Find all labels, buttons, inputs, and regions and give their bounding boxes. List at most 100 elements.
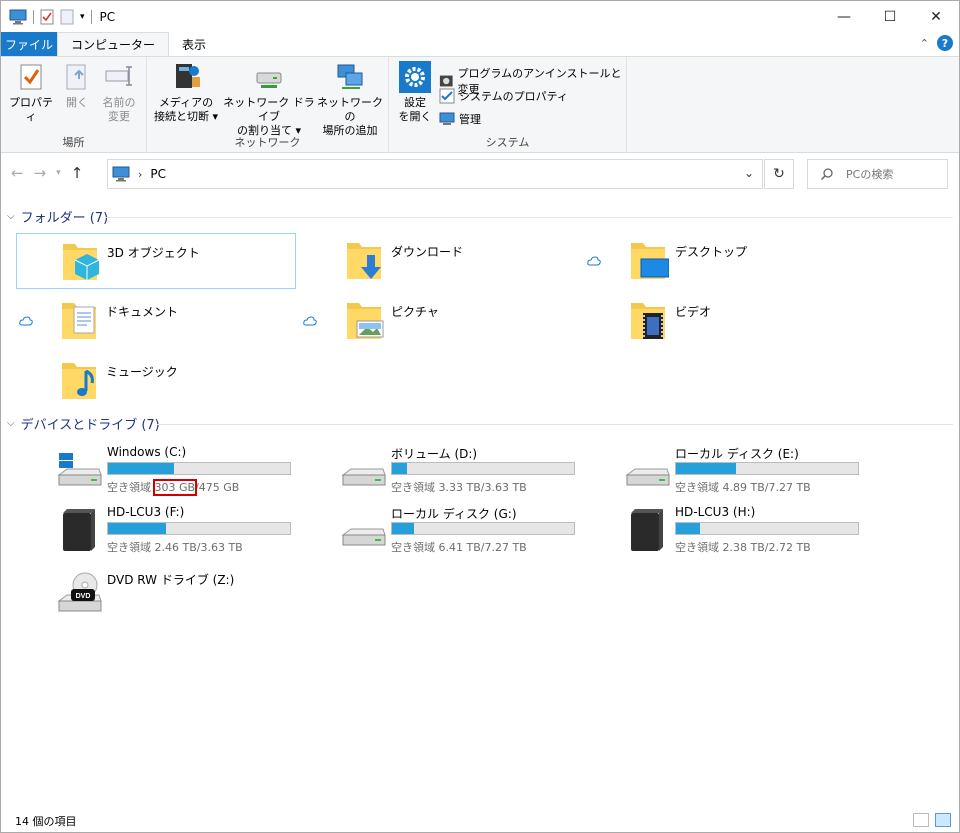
local-disk-icon	[341, 528, 386, 546]
folders-heading: フォルダー (7)	[20, 211, 109, 226]
usage-bar	[391, 522, 575, 535]
open-settings-button[interactable]: 設定 を開く	[395, 61, 435, 124]
new-folder-icon[interactable]	[60, 9, 74, 25]
free-space: 空き領域 303 GB/475 GB	[107, 479, 239, 496]
properties-button[interactable]: プロパティ	[7, 61, 55, 124]
nav-buttons: ← → ▾ ↑	[11, 164, 83, 182]
collapse-ribbon-icon[interactable]: ⌃	[920, 37, 929, 50]
ribbon-right-controls: ⌃ ?	[920, 35, 953, 51]
breadcrumb-pc[interactable]: PC	[150, 167, 166, 181]
media-label-1: メディアの	[158, 96, 214, 109]
add-location-label-1: ネットワークの	[317, 96, 383, 123]
back-arrow-icon[interactable]: ←	[11, 164, 24, 182]
usage-bar-fill	[108, 523, 167, 534]
drive-f[interactable]: HD-LCU3 (F:) 空き領域 2.46 TB/3.63 TB	[57, 503, 327, 559]
media-connect-button[interactable]: メディアの 接続と切断 ▾	[151, 61, 221, 124]
rename-button[interactable]: 名前の 変更	[97, 61, 141, 124]
drive-g[interactable]: ローカル ディスク (G:) 空き領域 6.41 TB/7.27 TB	[341, 503, 611, 559]
add-network-location-button[interactable]: ネットワークの 場所の追加	[315, 61, 385, 138]
rename-label-1: 名前の	[102, 96, 136, 109]
qat-dropdown-icon[interactable]: ▾	[80, 12, 85, 22]
drive-c[interactable]: Windows (C:) 空き領域 303 GB/475 GB	[57, 443, 327, 499]
properties-check-icon[interactable]	[40, 9, 54, 25]
devices-section-header[interactable]: ⌵ デバイスとドライブ (7)	[7, 414, 160, 433]
refresh-button[interactable]: ↻	[764, 159, 794, 189]
windows-drive-icon	[57, 453, 102, 486]
usage-bar-fill	[676, 463, 737, 474]
pc-icon	[9, 9, 27, 24]
folder-documents[interactable]: ドキュメント	[16, 293, 296, 349]
folder-name: ビデオ	[675, 305, 712, 319]
open-button[interactable]: 開く	[57, 61, 97, 110]
forward-arrow-icon[interactable]: →	[34, 164, 47, 182]
drive-h[interactable]: HD-LCU3 (H:) 空き領域 2.38 TB/2.72 TB	[625, 503, 895, 559]
external-hdd-icon	[63, 509, 95, 551]
system-properties-label: システムのプロパティ	[459, 90, 569, 103]
drive-d[interactable]: ボリューム (D:) 空き領域 3.33 TB/3.63 TB	[341, 443, 611, 499]
folders-section-header[interactable]: ⌵ フォルダー (7)	[7, 207, 108, 226]
search-icon	[820, 168, 833, 181]
media-label-2: 接続と切断 ▾	[153, 110, 219, 123]
window-controls: — ☐ ✕	[821, 1, 959, 32]
qat-divider	[90, 9, 92, 24]
collapse-chevron-icon[interactable]: ⌵	[7, 211, 15, 222]
up-arrow-icon[interactable]: ↑	[71, 164, 84, 182]
free-space: 空き領域 2.38 TB/2.72 TB	[675, 541, 811, 554]
manage-computer-icon	[439, 112, 455, 125]
network-drive-icon	[256, 72, 282, 88]
usage-bar	[107, 462, 291, 475]
local-disk-icon	[341, 468, 386, 486]
folder-name: ドキュメント	[106, 305, 179, 319]
folder-music[interactable]: ミュージック	[16, 353, 296, 409]
pc-icon	[112, 166, 130, 182]
manage-button[interactable]: 管理	[439, 111, 481, 127]
window-title: PC	[99, 9, 116, 24]
uninstall-icon	[439, 75, 453, 87]
drive-e[interactable]: ローカル ディスク (E:) 空き領域 4.89 TB/7.27 TB	[625, 443, 895, 499]
videos-folder-icon	[631, 303, 665, 339]
search-input[interactable]	[846, 167, 936, 181]
folder-name: ミュージック	[106, 365, 178, 379]
settings-label-2: を開く	[398, 110, 432, 123]
usage-bar-fill	[392, 463, 407, 474]
quick-access-toolbar: ▾	[1, 9, 92, 25]
group-location: プロパティ 開く 名前の 変更 場所	[1, 57, 147, 153]
folder-desktop[interactable]: デスクトップ	[585, 233, 865, 289]
local-disk-icon	[625, 468, 670, 486]
usage-bar-fill	[392, 523, 414, 534]
recent-locations-icon[interactable]: ▾	[56, 168, 61, 178]
search-box[interactable]	[807, 159, 948, 189]
group-network-label: ネットワーク	[234, 136, 301, 149]
usage-bar-fill	[676, 523, 700, 534]
group-network: メディアの 接続と切断 ▾ ネットワーク ドライブ の割り当て ▾ ネットワーク…	[147, 57, 389, 153]
system-properties-button[interactable]: システムのプロパティ	[439, 88, 568, 104]
folder-pictures[interactable]: ピクチャ	[301, 293, 581, 349]
folder-3d-objects[interactable]: 3D オブジェクト	[16, 233, 296, 289]
large-icons-view-icon[interactable]	[935, 813, 951, 827]
documents-folder-icon	[62, 303, 96, 339]
address-bar[interactable]: › PC ⌄	[107, 159, 763, 189]
collapse-chevron-icon[interactable]: ⌵	[7, 418, 15, 429]
close-button[interactable]: ✕	[913, 1, 959, 32]
group-location-label: 場所	[62, 136, 85, 149]
help-icon[interactable]: ?	[937, 35, 953, 51]
tab-computer[interactable]: コンピューター	[57, 32, 170, 56]
folder-downloads[interactable]: ダウンロード	[301, 233, 581, 289]
drive-name: ローカル ディスク (G:)	[391, 507, 517, 521]
map-network-drive-button[interactable]: ネットワーク ドライブ の割り当て ▾	[223, 61, 315, 138]
drive-z[interactable]: DVD DVD RW ドライブ (Z:)	[57, 569, 327, 625]
folder-videos[interactable]: ビデオ	[585, 293, 865, 349]
title-bar: ▾ PC — ☐ ✕	[1, 1, 959, 32]
tab-view[interactable]: 表示	[169, 32, 219, 56]
media-server-icon	[176, 64, 200, 88]
folder-name: ダウンロード	[391, 245, 464, 259]
usage-bar	[675, 522, 859, 535]
folder-name: ピクチャ	[391, 305, 439, 319]
tab-file[interactable]: ファイル	[1, 32, 57, 56]
address-dropdown-icon[interactable]: ⌄	[744, 166, 754, 180]
minimize-button[interactable]: —	[821, 1, 867, 32]
details-view-icon[interactable]	[913, 813, 929, 827]
maximize-button[interactable]: ☐	[867, 1, 913, 32]
drive-name: DVD RW ドライブ (Z:)	[107, 573, 235, 587]
breadcrumb-chevron-icon[interactable]: ›	[138, 168, 142, 181]
